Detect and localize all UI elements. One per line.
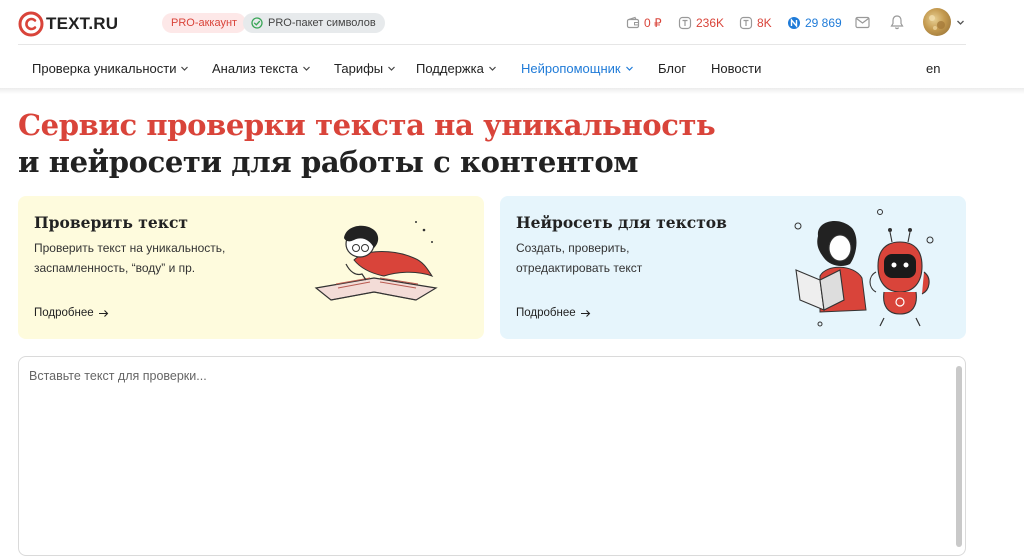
avatar-pattern-icon — [929, 15, 945, 30]
reading-person-illustration-icon — [314, 221, 438, 301]
neuro-card-title: Нейросеть для текстов — [516, 213, 727, 232]
logo[interactable]: TEXT.RU — [18, 10, 118, 38]
language-label: en — [926, 60, 941, 76]
nav-item-label: Поддержка — [416, 60, 484, 76]
editor-scrollbar[interactable] — [956, 366, 962, 547]
chevron-down-icon — [388, 66, 396, 71]
user-avatar[interactable] — [923, 8, 951, 36]
nav-item-label: Блог — [658, 60, 687, 76]
pro-pack-label: PRO-пакет символов — [268, 17, 376, 29]
description-line: заспамленность, “воду” и пр. — [34, 261, 196, 275]
chevron-down-icon[interactable] — [956, 18, 965, 27]
nav-item-label: Анализ текста — [212, 60, 298, 76]
text-check-textarea[interactable] — [19, 357, 949, 555]
text-credits-value: 236K — [696, 16, 725, 30]
nav-item-label: Проверка уникальности — [32, 60, 177, 76]
text-credits-icon — [739, 16, 753, 30]
pro-pack-badge[interactable]: PRO-пакет символов — [243, 13, 385, 33]
chevron-down-icon — [181, 66, 189, 71]
chevron-down-icon — [302, 66, 310, 71]
description-line: Создать, проверить, — [516, 241, 630, 255]
neuro-credits-stat[interactable]: 29 869 — [787, 16, 842, 30]
neuro-card[interactable]: Нейросеть для текстов Создать, проверить… — [500, 196, 966, 339]
nav-item-label: Новости — [711, 60, 762, 76]
nav-item-blog[interactable]: Блог — [658, 60, 686, 76]
page-title-line-1: Сервис проверки текста на уникальность — [18, 108, 716, 142]
description-line: отредактировать текст — [516, 261, 643, 275]
balance-value: 0 ₽ — [644, 16, 662, 30]
nav-item-neuro[interactable]: Нейропомощник — [521, 60, 634, 76]
page-title-line-2: и нейросети для работы с контентом — [18, 145, 639, 179]
text-check-editor — [18, 356, 966, 556]
arrow-right-icon — [98, 309, 108, 317]
nav-item-label: Тарифы — [334, 60, 384, 76]
text-credits-stat[interactable]: 236K — [678, 16, 724, 30]
nav-item-tariffs[interactable]: Тарифы — [334, 60, 396, 76]
neuro-more-link[interactable]: Подробнее — [516, 307, 591, 319]
check-text-card-title: Проверить текст — [34, 213, 189, 232]
mail-icon[interactable] — [855, 16, 870, 29]
logo-text: TEXT.RU — [46, 14, 119, 33]
nav-item-label: Нейропомощник — [521, 60, 621, 76]
wallet-icon — [626, 16, 640, 29]
chevron-down-icon — [625, 66, 633, 71]
language-switch[interactable]: en — [926, 60, 940, 76]
pro-account-badge[interactable]: PRO-аккаунт — [162, 13, 247, 33]
check-text-more-link[interactable]: Подробнее — [34, 307, 109, 319]
header-divider — [18, 44, 966, 45]
girl-and-robot-illustration-icon — [794, 209, 934, 327]
neuro-card-description: Создать, проверить, отредактировать текс… — [516, 238, 642, 278]
nav-item-news[interactable]: Новости — [711, 60, 761, 76]
text-credits-2-value: 8K — [757, 16, 772, 30]
neuro-credits-icon — [788, 17, 800, 29]
nav-item-uniqueness[interactable]: Проверка уникальности — [32, 60, 189, 76]
nav-item-support[interactable]: Поддержка — [416, 60, 497, 76]
balance-stat[interactable]: 0 ₽ — [626, 16, 662, 30]
copyright-logo-icon — [18, 11, 44, 37]
text-credits-2-stat[interactable]: 8K — [739, 16, 772, 30]
check-text-card[interactable]: Проверить текст Проверить текст на уника… — [18, 196, 484, 339]
more-link-label: Подробнее — [516, 307, 576, 319]
nav-item-analysis[interactable]: Анализ текста — [212, 60, 311, 76]
description-line: Проверить текст на уникальность, — [34, 241, 226, 255]
nav-shadow — [0, 88, 1024, 94]
bell-icon[interactable] — [890, 14, 904, 30]
arrow-right-icon — [580, 309, 590, 317]
text-credits-icon — [678, 16, 692, 30]
more-link-label: Подробнее — [34, 307, 94, 319]
check-text-card-description: Проверить текст на уникальность, заспамл… — [34, 238, 225, 278]
chevron-down-icon — [488, 66, 496, 71]
check-circle-icon — [251, 17, 263, 29]
neuro-credits-value: 29 869 — [805, 16, 842, 30]
